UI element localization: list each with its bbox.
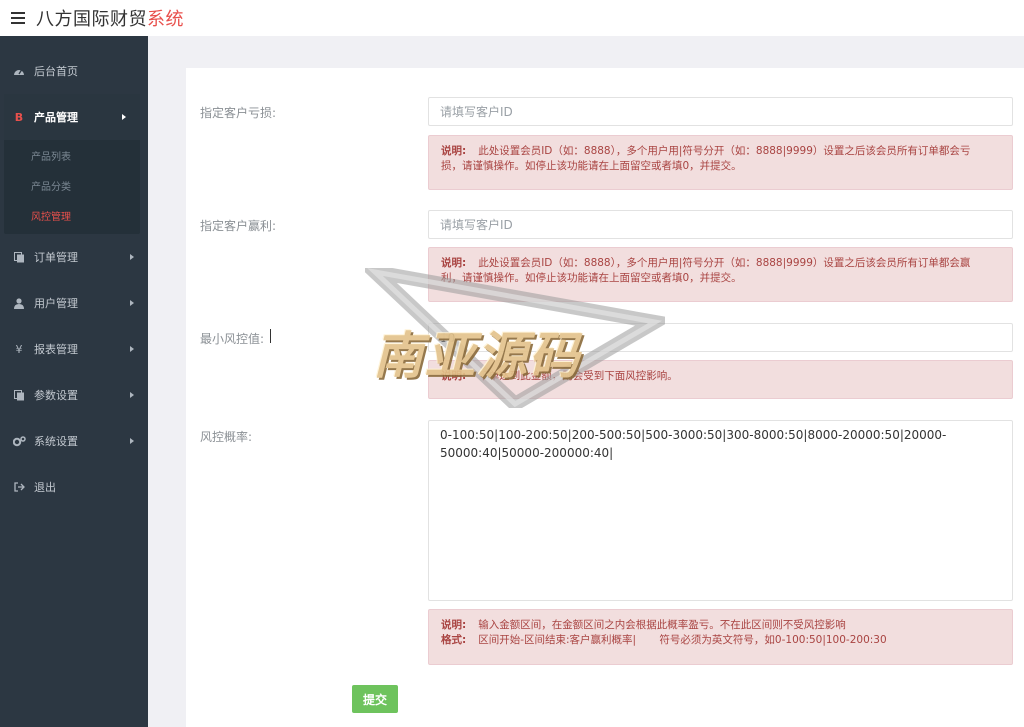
note-text: 此处设置会员ID（如：8888），多个用户用|符号分开（如：8888|9999）… [478,257,971,269]
risk-rate-textarea[interactable]: 0-100:50|100-200:50|200-500:50|500-3000:… [428,420,1013,601]
sidebar-item-label: 用户管理 [34,297,78,310]
dashboard-icon [12,64,26,78]
sidebar-item-users[interactable]: 用户管理 [0,280,148,326]
chevron-right-icon [130,438,134,444]
copy-icon [12,250,26,264]
sidebar-item-label: 产品管理 [34,111,78,124]
sidebar-subitem-product-list[interactable]: 产品列表 [4,140,140,170]
sidebar-item-label: 系统设置 [34,435,78,448]
sign-out-icon [12,480,26,494]
sidebar-item-dashboard[interactable]: 后台首页 [0,48,148,94]
sidebar-item-logout[interactable]: 退出 [0,464,148,510]
cogs-icon [12,434,26,448]
note-text: 此处设置会员ID（如：8888），多个用户用|符号分开（如：8888|9999）… [478,145,971,157]
submit-button[interactable]: 提交 [352,685,398,713]
risk-rate-note: 说明: 输入金额区间，在金额区间之内会根据此概率盈亏。不在此区间则不受风控影响 格… [428,609,1013,665]
app-title: 八方国际财贸系统 [36,9,184,30]
profit-customer-label: 指定客户赢利: [200,219,277,233]
note-title: 说明: [441,145,467,157]
sidebar-item-params[interactable]: 参数设置 [0,372,148,418]
bitcoin-icon: B [14,110,24,124]
sidebar-item-label: 报表管理 [34,343,78,356]
sidebar-item-products[interactable]: B 产品管理 [4,94,140,140]
note-title: 说明: [441,257,467,269]
sidebar-item-orders[interactable]: 订单管理 [0,234,148,280]
top-header: 八方国际财贸系统 [0,0,1024,36]
note-text: 利，请谨慎操作。如停止该功能请在上面留空或者填0，并提交。 [441,272,742,284]
sidebar-item-reports[interactable]: ¥ 报表管理 [0,326,148,372]
profit-customer-input[interactable] [428,210,1013,239]
sidebar-subitem-risk-control[interactable]: 风控管理 [4,200,140,230]
loss-note: 说明: 此处设置会员ID（如：8888），多个用户用|符号分开（如：8888|99… [428,135,1013,190]
chevron-right-icon [130,300,134,306]
format-text: 区间开始-区间结束:客户赢利概率| 符号必须为英文符号，如0-100:50|10… [478,634,887,646]
risk-rate-label: 风控概率: [200,430,253,444]
sidebar-item-label: 退出 [34,481,56,494]
chevron-right-icon [130,346,134,352]
profit-note: 说明: 此处设置会员ID（如：8888），多个用户用|符号分开（如：8888|99… [428,247,1013,302]
min-risk-note: 说明: 下单达到此金额，则会受到下面风控影响。 [428,360,1013,399]
chevron-right-icon [130,254,134,260]
user-icon [12,296,26,310]
loss-customer-label: 指定客户亏损: [200,106,277,120]
hamburger-menu-icon[interactable] [6,6,30,30]
note-text: 下单达到此金额，则会受到下面风控影响。 [478,370,678,382]
loss-customer-input[interactable] [428,97,1013,126]
note-title: 说明: [441,619,467,631]
text-cursor [270,329,271,343]
chevron-right-icon [122,114,126,120]
sidebar-subitem-product-category[interactable]: 产品分类 [4,170,140,200]
note-text: 输入金额区间，在金额区间之内会根据此概率盈亏。不在此区间则不受风控影响 [478,619,846,631]
yen-icon: ¥ [15,342,23,356]
sidebar-item-label: 后台首页 [34,65,78,78]
copy-icon [12,388,26,402]
note-title: 说明: [441,370,467,382]
min-risk-input[interactable] [428,323,1013,352]
note-text: 损，请谨慎操作。如停止该功能请在上面留空或者填0，并提交。 [441,160,742,172]
format-title: 格式: [441,634,467,646]
sidebar-item-label: 订单管理 [34,251,78,264]
sidebar-item-system[interactable]: 系统设置 [0,418,148,464]
chevron-right-icon [130,392,134,398]
min-risk-label: 最小风控值: [200,332,265,346]
sidebar-group-products: B 产品管理 产品列表 产品分类 风控管理 [4,94,140,234]
sidebar: 后台首页 B 产品管理 产品列表 产品分类 风控管理 订单管理 用户管理 ¥ 报… [0,36,148,727]
sidebar-item-label: 参数设置 [34,389,78,402]
